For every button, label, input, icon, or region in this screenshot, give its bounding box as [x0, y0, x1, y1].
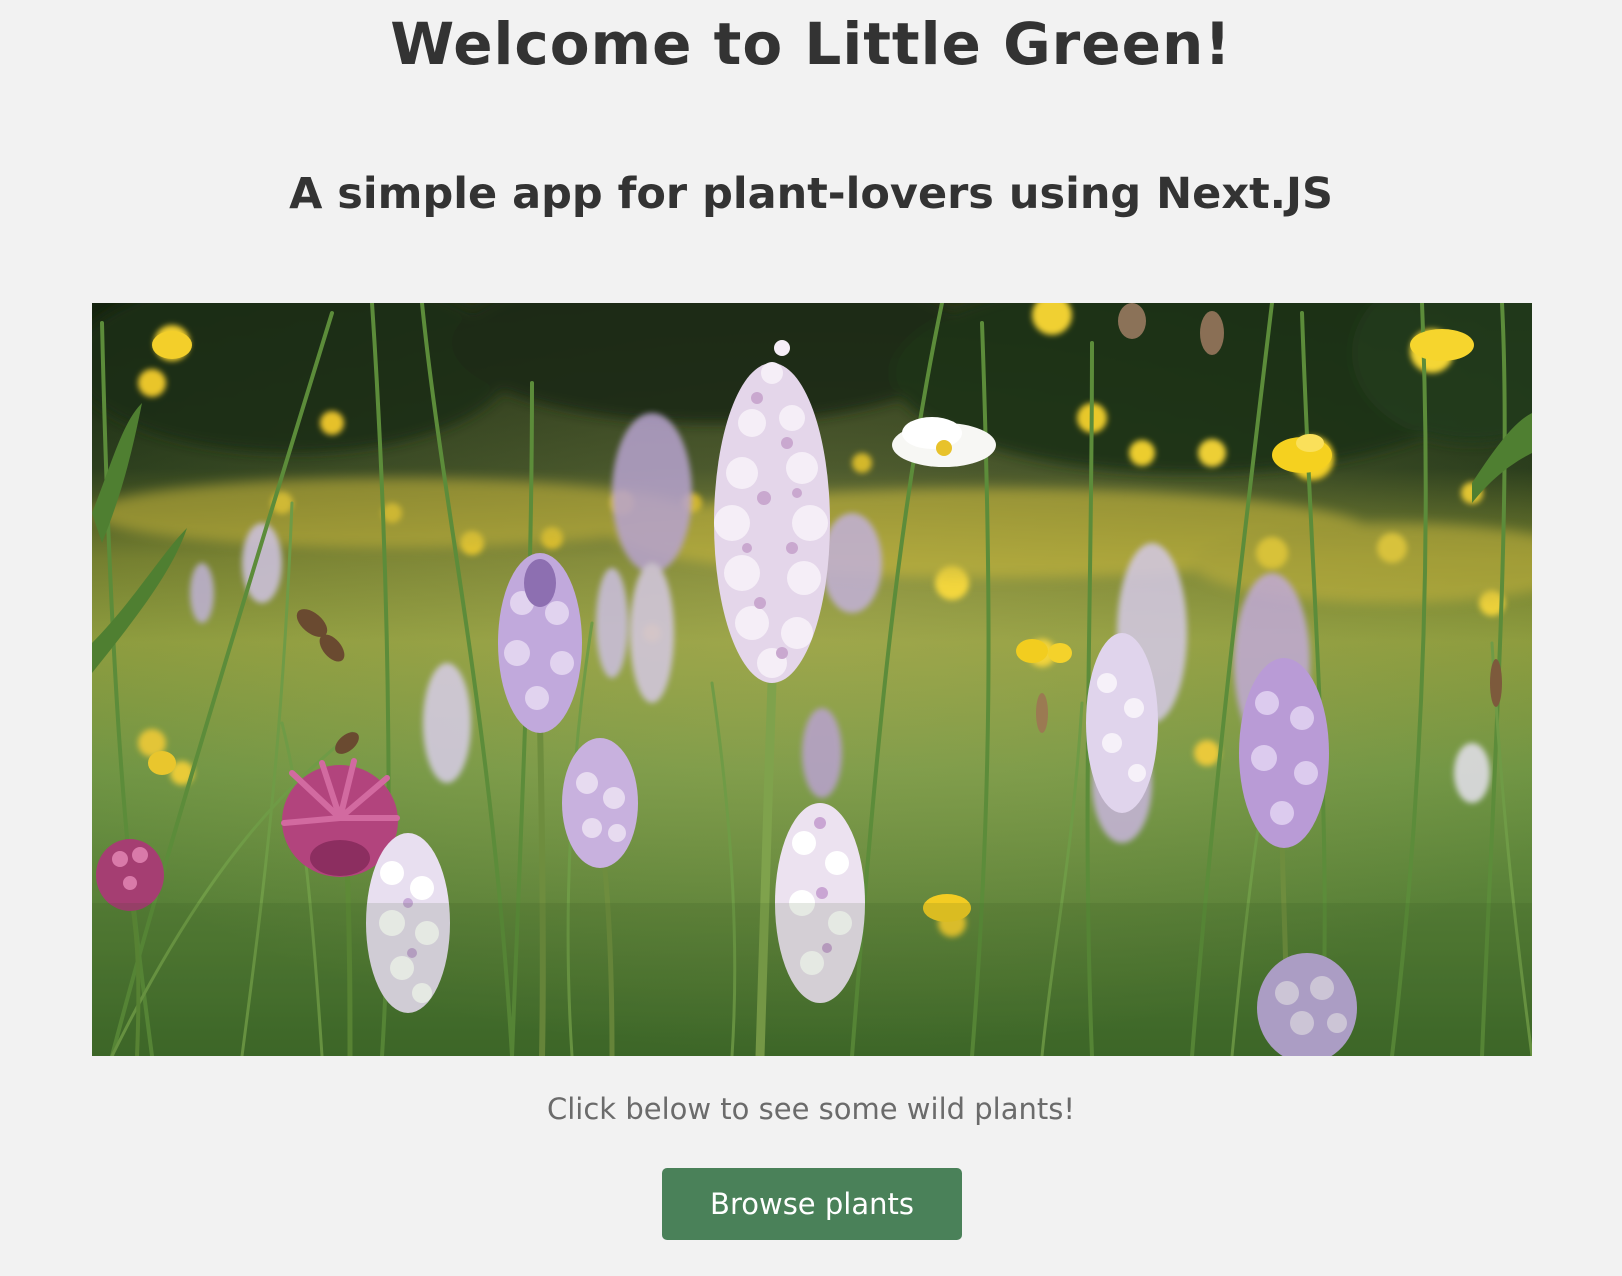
landing-page: Welcome to Little Green! A simple app fo…: [0, 0, 1622, 1276]
hero-image: [92, 303, 1532, 1056]
meadow-photo: [92, 303, 1532, 1056]
browse-caption: Click below to see some wild plants!: [547, 1092, 1075, 1126]
page-subtitle: A simple app for plant-lovers using Next…: [289, 169, 1333, 219]
page-title: Welcome to Little Green!: [390, 10, 1232, 78]
browse-plants-button[interactable]: Browse plants: [662, 1168, 962, 1240]
